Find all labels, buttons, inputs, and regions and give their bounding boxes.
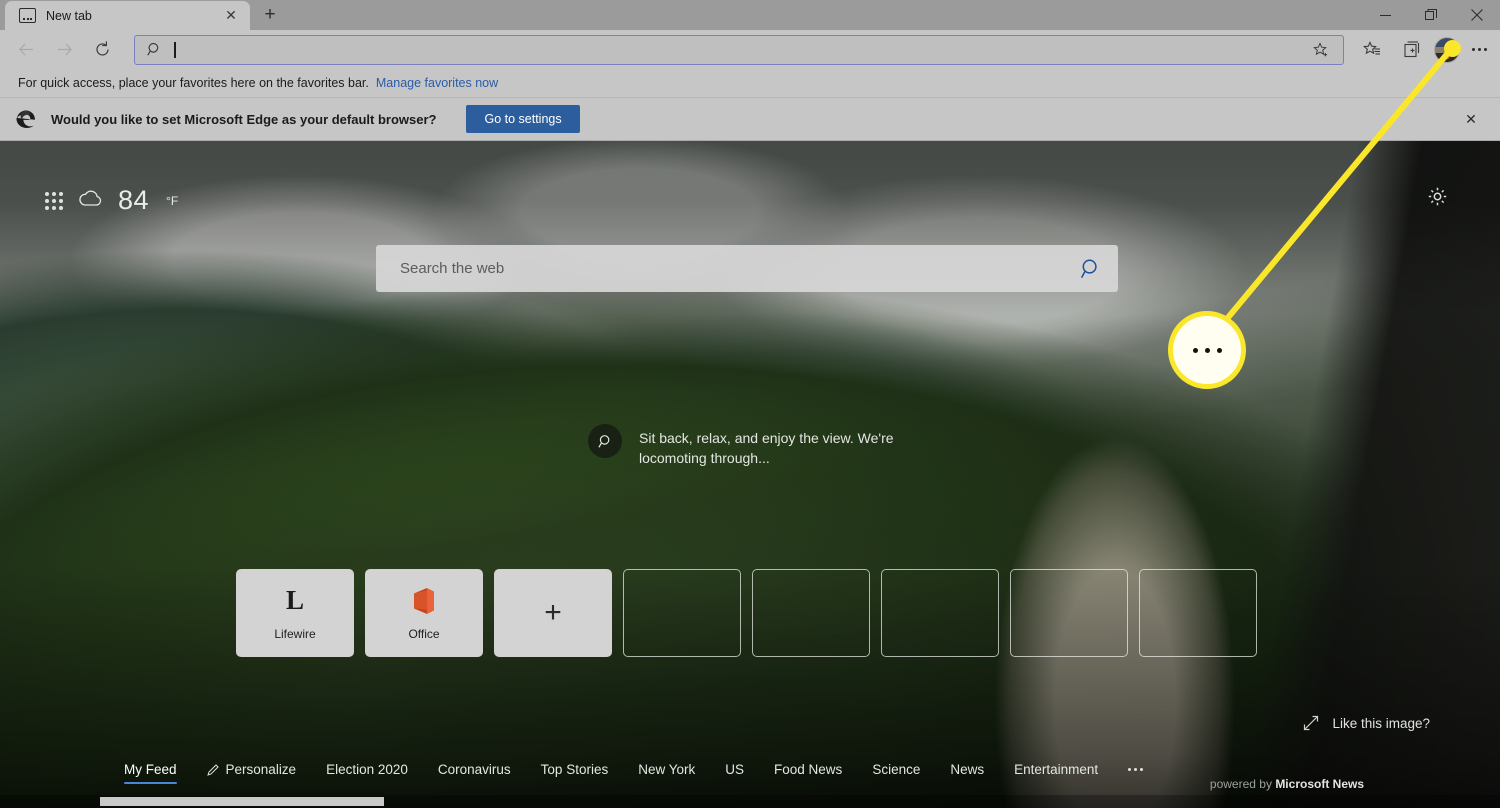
address-caret [174,41,176,58]
feed-tab-label: New York [638,762,696,777]
feed-more-ellipsis-icon[interactable] [1128,768,1144,778]
weather-unit: °F [166,193,179,208]
pencil-icon [206,763,219,776]
feed-tab-science[interactable]: Science [872,762,920,784]
web-search-box[interactable] [376,245,1118,292]
star-icon[interactable] [1307,37,1335,63]
search-icon [147,42,162,57]
page-settings-gear-icon[interactable] [1427,186,1448,212]
add-quick-link-tile[interactable]: + [494,569,612,657]
favorites-bar: For quick access, place your favorites h… [0,69,1500,98]
navigation-buttons [0,34,120,66]
window-controls [1362,0,1500,30]
web-search-input[interactable] [400,260,1080,277]
address-bar[interactable] [134,34,1344,65]
magnifier-icon[interactable] [588,424,622,458]
expand-icon[interactable] [1303,715,1319,731]
settings-and-more-icon[interactable] [1464,35,1494,65]
feed-tab-label: Personalize [225,762,297,777]
back-icon[interactable] [8,34,44,66]
feed-tab-label: Coronavirus [437,762,511,777]
new-tab-button[interactable]: + [256,1,284,29]
avatar[interactable] [1434,36,1460,63]
close-icon[interactable] [1454,0,1500,30]
new-tab-icon [19,8,36,23]
caption-text: Sit back, relax, and enjoy the view. We'… [639,430,894,466]
quick-link-placeholder[interactable] [1139,569,1257,657]
quick-link-placeholder[interactable] [623,569,741,657]
tab-strip: New tab ✕ + [0,0,1500,30]
office-icon [411,586,437,616]
tab-close-icon[interactable]: ✕ [220,5,242,27]
quick-link-placeholder[interactable] [881,569,999,657]
feed-tab-label: Science [872,762,921,777]
browser-toolbar [0,30,1500,69]
quick-link-tile[interactable]: Office [365,569,483,657]
feed-tab-label: Food News [774,762,843,777]
collections-icon[interactable] [1394,34,1430,66]
quick-link-label: Lifewire [274,626,316,641]
edge-logo-icon [14,107,38,131]
feed-tab-top-stories[interactable]: Top Stories [541,762,609,784]
feed-tab-label: My Feed [124,762,177,777]
powered-by-prefix: powered by [1209,777,1272,791]
address-input[interactable] [177,42,1307,57]
powered-by-label: powered by Microsoft News [1210,777,1364,791]
banner-message: Would you like to set Microsoft Edge as … [51,111,437,127]
quick-link-tile[interactable]: L Lifewire [236,569,354,657]
quick-link-placeholder[interactable] [752,569,870,657]
background-vignette [0,141,1500,808]
minimize-icon[interactable] [1362,0,1408,30]
quick-links-row: L Lifewire Office + [236,569,1257,657]
feed-tab-entertainment[interactable]: Entertainment [1014,762,1098,784]
tab-title: New tab [46,8,92,23]
feed-tab-label: Election 2020 [326,762,408,777]
scrollbar-thumb[interactable] [100,797,384,806]
favorites-bar-message: For quick access, place your favorites h… [18,76,369,90]
favorites-list-icon[interactable] [1354,34,1390,66]
like-this-image-label: Like this image? [1332,715,1430,731]
go-to-settings-button[interactable]: Go to settings [466,105,580,133]
toolbar-right-actions [1354,34,1500,66]
app-grid-icon[interactable] [45,191,63,210]
feed-tab-label: US [725,762,745,777]
cloud-icon [77,188,104,213]
quick-link-placeholder[interactable] [1010,569,1128,657]
feed-tab-election-2020[interactable]: Election 2020 [326,762,408,784]
feed-tab-us[interactable]: US [725,762,744,784]
feed-tab-new-york[interactable]: New York [638,762,695,784]
weather-widget[interactable]: 84 °F [45,185,178,216]
background-image-caption[interactable]: Sit back, relax, and enjoy the view. We'… [588,424,929,468]
plus-icon: + [544,596,562,629]
default-browser-banner: Would you like to set Microsoft Edge as … [0,98,1500,141]
browser-tab[interactable]: New tab ✕ [5,1,250,30]
feed-tab-news[interactable]: News [950,762,984,784]
quick-link-label: Office [408,626,440,641]
banner-close-icon[interactable]: ✕ [1456,104,1486,134]
search-icon[interactable] [1080,258,1102,280]
powered-by-brand: Microsoft News [1275,777,1364,791]
forward-icon[interactable] [46,34,82,66]
manage-favorites-link[interactable]: Manage favorites now [376,76,498,90]
refresh-icon[interactable] [84,34,120,66]
feed-tab-personalize[interactable]: Personalize [206,762,297,784]
feed-tab-food-news[interactable]: Food News [774,762,842,784]
lifewire-icon: L [285,585,304,615]
feed-tab-label: Top Stories [540,762,609,777]
like-this-image[interactable]: Like this image? [1303,715,1430,731]
new-tab-page: 84 °F Sit back, relax, and enjoy the vie… [0,141,1500,808]
weather-temperature: 84 [118,185,150,215]
feed-tab-label: News [950,762,985,777]
feed-tab-coronavirus[interactable]: Coronavirus [438,762,511,784]
restore-icon[interactable] [1408,0,1454,30]
feed-tab-label: Entertainment [1014,762,1099,777]
feed-tab-my-feed[interactable]: My Feed [124,762,177,784]
horizontal-scrollbar[interactable] [0,795,1500,808]
